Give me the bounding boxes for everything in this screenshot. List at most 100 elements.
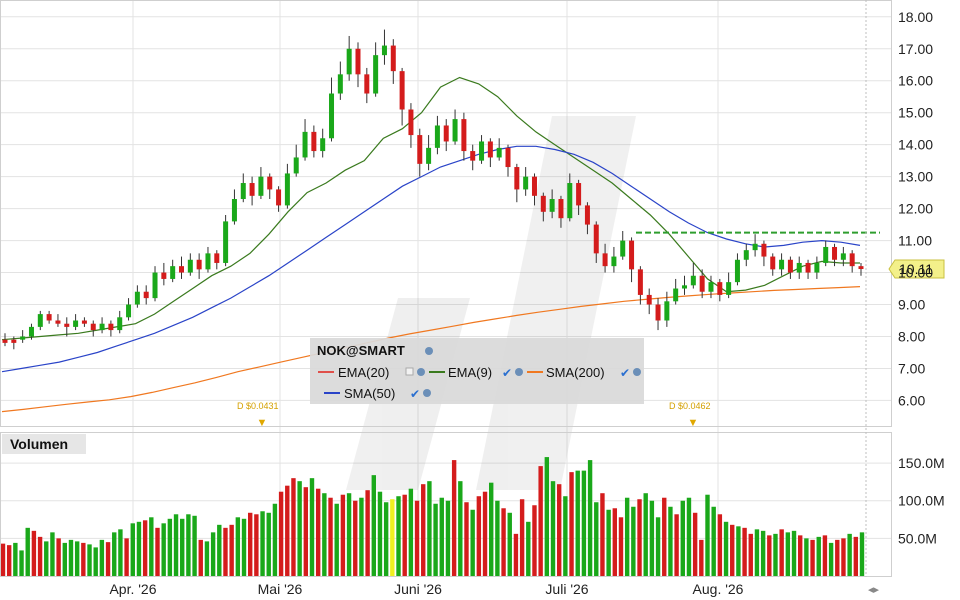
- volume-bar: [118, 529, 123, 576]
- sma200-settings-icon[interactable]: [633, 368, 641, 376]
- volume-bar: [180, 518, 185, 576]
- candle-body: [134, 291, 140, 305]
- volume-bar: [674, 514, 679, 576]
- price-tick-label: 15.00: [898, 105, 933, 121]
- volume-bar: [315, 488, 321, 576]
- volume-bar: [112, 532, 117, 576]
- volume-bar: [272, 503, 278, 576]
- candle-body: [761, 243, 767, 257]
- candle-body: [231, 199, 237, 222]
- volume-bar: [6, 545, 12, 576]
- volume-bar: [760, 530, 766, 576]
- volume-bar: [124, 538, 129, 576]
- candle-body: [64, 323, 70, 327]
- dividend-arrow-icon-1: ▼: [257, 417, 268, 429]
- volume-bar: [445, 500, 451, 576]
- price-tick-label: 17.00: [898, 41, 933, 57]
- candle-body: [682, 285, 688, 289]
- ema9-check-icon[interactable]: ✔: [502, 366, 512, 380]
- volume-bar: [309, 478, 315, 576]
- candle-body: [258, 176, 264, 196]
- candle-body: [55, 320, 61, 324]
- volume-bar: [489, 482, 494, 576]
- x-tick-label: Juli '26: [545, 581, 588, 597]
- volume-bar: [62, 542, 67, 576]
- stock-chart: NOK@SMART EMA(20) EMA(9) ✔ SMA(200) ✔ SM…: [0, 0, 960, 600]
- volume-bar: [130, 523, 135, 576]
- candle-body: [673, 288, 679, 302]
- ema9-settings-icon[interactable]: [515, 368, 523, 376]
- volume-bar: [767, 535, 772, 576]
- candle-body: [170, 266, 176, 279]
- indicator-legend[interactable]: NOK@SMART EMA(20) EMA(9) ✔ SMA(200) ✔ SM…: [310, 338, 644, 404]
- candle-body: [364, 74, 370, 94]
- volume-bar: [575, 470, 580, 576]
- volume-bar: [649, 500, 655, 576]
- volume-bar: [748, 533, 753, 576]
- dividend-label-1: D $0.0431: [237, 401, 279, 411]
- candle-body: [187, 259, 193, 273]
- sma50-check-icon[interactable]: ✔: [410, 387, 420, 401]
- candle-body: [752, 243, 758, 251]
- volume-bar: [600, 493, 605, 576]
- candle-body: [708, 282, 714, 292]
- candle-body: [593, 224, 599, 254]
- volume-bar: [383, 502, 389, 576]
- candle-body: [840, 253, 846, 260]
- volume-bar: [217, 524, 222, 576]
- volume-bar: [13, 542, 18, 576]
- candle-body: [337, 74, 343, 94]
- volume-bar: [167, 518, 173, 576]
- candle-body: [779, 259, 785, 270]
- candle-body: [302, 131, 308, 158]
- volume-bar: [470, 509, 475, 576]
- candle-body: [743, 250, 749, 260]
- candle-body: [620, 240, 626, 257]
- volume-bar: [458, 481, 463, 576]
- candle-body: [178, 266, 184, 273]
- legend-item-sma50[interactable]: SMA(50): [344, 386, 395, 401]
- candle-body: [11, 339, 17, 343]
- ema20-hide-checkbox[interactable]: [405, 367, 414, 376]
- ema20-settings-icon[interactable]: [417, 368, 425, 376]
- legend-item-ema20[interactable]: EMA(20): [338, 365, 389, 380]
- candle-body: [434, 125, 440, 148]
- volume-bar: [482, 491, 488, 576]
- volume-bar: [291, 478, 296, 576]
- volume-bar: [618, 517, 624, 576]
- candle-body: [161, 272, 167, 279]
- legend-item-ema9[interactable]: EMA(9): [448, 365, 492, 380]
- legend-item-sma200[interactable]: SMA(200): [546, 365, 605, 380]
- scroll-right-arrow-icon[interactable]: ◂▸: [868, 584, 880, 596]
- volume-bar: [754, 529, 760, 576]
- candle-body: [796, 262, 802, 273]
- volume-bar: [105, 542, 111, 576]
- volume-bar: [816, 536, 821, 576]
- legend-symbol: NOK@SMART: [317, 343, 405, 358]
- candle-body: [567, 183, 573, 219]
- sma200-check-icon[interactable]: ✔: [620, 366, 630, 380]
- sma50-settings-icon[interactable]: [423, 389, 431, 397]
- volume-bar: [68, 539, 74, 576]
- candle-body: [320, 138, 326, 152]
- volume-bar: [223, 527, 228, 576]
- candle-body: [443, 125, 449, 142]
- symbol-settings-icon[interactable]: [425, 347, 433, 355]
- volume-bar: [785, 532, 791, 576]
- volume-bar: [371, 475, 376, 576]
- candle-body: [664, 301, 670, 321]
- volume-bar: [594, 502, 599, 576]
- candle-body: [770, 256, 776, 270]
- candle-body: [276, 189, 282, 206]
- candle-body: [717, 282, 723, 295]
- volume-bar: [235, 517, 241, 576]
- candle-body: [549, 199, 555, 212]
- volume-bar: [31, 530, 37, 576]
- candle-body: [858, 266, 864, 270]
- candle-body: [117, 317, 123, 331]
- volume-bar: [705, 494, 710, 576]
- price-tick-label: 9.00: [898, 297, 925, 313]
- volume-bar: [476, 496, 482, 576]
- volume-bar: [779, 529, 784, 576]
- volume-bar: [538, 466, 543, 576]
